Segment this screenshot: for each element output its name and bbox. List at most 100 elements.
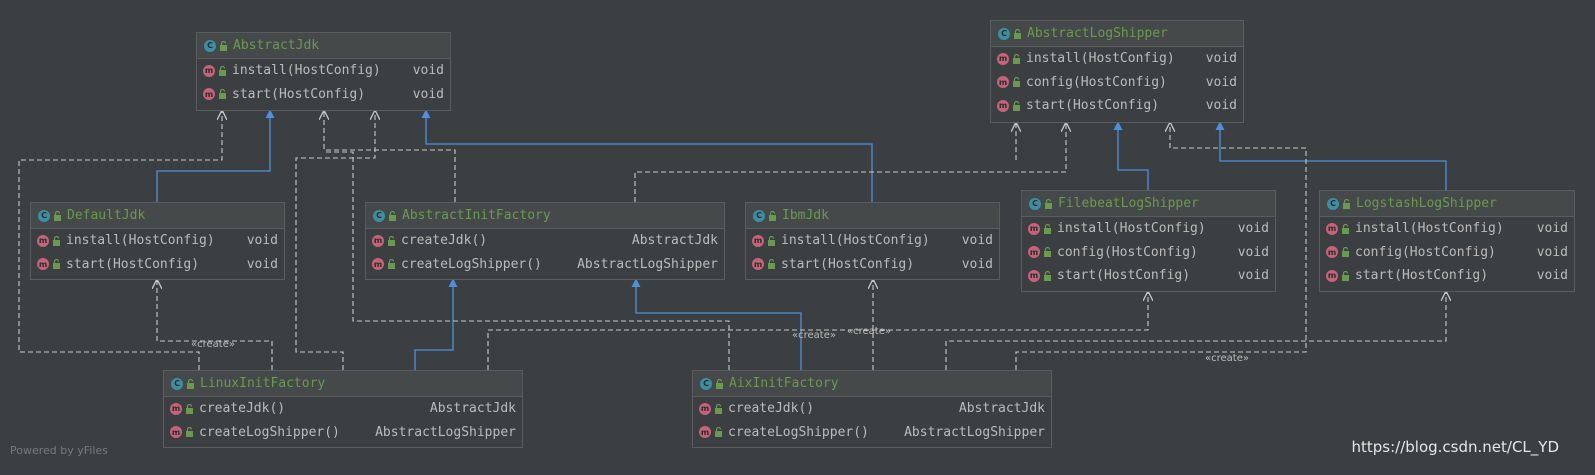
method-row[interactable]: m install(HostConfig) void (991, 47, 1243, 71)
create-label-ibmjdk: «create» (847, 326, 891, 337)
inherit-edge-logstash (1215, 121, 1447, 190)
class-name: DefaultJdk (67, 208, 146, 223)
class-node-linuxinitfactory[interactable]: C LinuxInitFactory m createJdk() Abstrac… (163, 370, 523, 448)
method-name: createLogShipper() (199, 424, 340, 440)
class-node-abstractinitfactory[interactable]: C AbstractInitFactory m createJdk() Abst… (365, 202, 725, 280)
method-row[interactable]: m install(HostConfig) void (1320, 217, 1574, 241)
class-node-aixinitfactory[interactable]: C AixInitFactory m createJdk() AbstractJ… (692, 370, 1052, 448)
class-name: LinuxInitFactory (200, 376, 326, 391)
public-lock-icon (219, 65, 226, 76)
method-name: createLogShipper() (728, 424, 869, 440)
method-row[interactable]: m install(HostConfig) void (746, 229, 999, 253)
method-icon: m (997, 76, 1009, 89)
public-lock-icon (220, 40, 227, 51)
method-row[interactable]: m createLogShipper() AbstractLogShipper (693, 421, 1051, 445)
class-header: C LinuxInitFactory (164, 371, 522, 397)
method-return-type: void (1536, 268, 1568, 284)
class-header: C AixInitFactory (693, 371, 1051, 397)
method-icon: m (37, 258, 49, 271)
method-return-type: void (961, 256, 993, 272)
class-header: C LogstashLogShipper (1320, 191, 1574, 217)
method-icon: m (752, 234, 764, 247)
method-row[interactable]: m install(HostConfig) void (1022, 217, 1275, 241)
source-url-watermark: https://blog.csdn.net/CL_YD (1351, 438, 1560, 456)
method-name: createJdk() (728, 401, 815, 417)
public-lock-icon (1342, 270, 1349, 281)
method-row[interactable]: m createJdk() AbstractJdk (164, 397, 522, 421)
public-lock-icon (388, 259, 395, 270)
public-lock-icon (1013, 100, 1020, 111)
public-lock-icon (186, 427, 193, 438)
method-row[interactable]: m createJdk() AbstractJdk (693, 397, 1051, 421)
method-name: start(HostConfig) (66, 256, 200, 272)
public-lock-icon (1045, 198, 1052, 209)
method-name: install(HostConfig) (1026, 51, 1175, 67)
method-icon: m (1326, 246, 1338, 259)
class-node-ibmjdk[interactable]: C IbmJdk m install(HostConfig) void m st… (745, 202, 1000, 280)
class-header: C DefaultJdk (31, 203, 284, 229)
method-name: install(HostConfig) (66, 233, 215, 249)
method-icon: m (1028, 269, 1040, 282)
method-row[interactable]: m createLogShipper() AbstractLogShipper (164, 421, 522, 445)
class-node-abstractjdk[interactable]: C AbstractJdk m install(HostConfig) void… (196, 32, 451, 111)
public-lock-icon (1044, 223, 1051, 234)
method-row[interactable]: m install(HostConfig) void (197, 59, 450, 83)
public-lock-icon (1044, 247, 1051, 258)
method-return-type: void (412, 86, 444, 102)
class-node-filebeatlogshipper[interactable]: C FilebeatLogShipper m install(HostConfi… (1021, 190, 1276, 292)
method-return-type: void (961, 233, 993, 249)
public-lock-icon (768, 235, 775, 246)
method-return-type: void (412, 63, 444, 79)
method-row[interactable]: m createJdk() AbstractJdk (366, 229, 724, 253)
method-return-type: void (1205, 74, 1237, 90)
method-row[interactable]: m start(HostConfig) void (746, 253, 999, 277)
method-icon: m (203, 64, 215, 77)
class-name: IbmJdk (782, 208, 829, 223)
method-icon: m (372, 234, 384, 247)
method-row[interactable]: m start(HostConfig) void (197, 83, 450, 107)
public-lock-icon (1013, 53, 1020, 64)
method-icon: m (699, 402, 711, 415)
public-lock-icon (389, 210, 396, 221)
method-icon: m (170, 426, 182, 439)
powered-by-watermark: Powered by yFiles (10, 444, 108, 457)
method-row[interactable]: m install(HostConfig) void (31, 229, 284, 253)
method-name: config(HostConfig) (1057, 244, 1198, 260)
method-row[interactable]: m config(HostConfig) void (1022, 241, 1275, 265)
method-name: createJdk() (199, 401, 286, 417)
method-icon: m (1326, 222, 1338, 235)
class-icon: C (753, 209, 765, 222)
class-node-defaultjdk[interactable]: C DefaultJdk m install(HostConfig) void … (30, 202, 285, 280)
method-return-type: void (1536, 244, 1568, 260)
method-return-type: void (1205, 51, 1237, 67)
public-lock-icon (1013, 77, 1020, 88)
method-icon: m (372, 258, 384, 271)
inherit-edge-linuxfactory (414, 278, 458, 370)
class-header: C AbstractInitFactory (366, 203, 724, 229)
method-name: start(HostConfig) (1057, 268, 1191, 284)
method-row[interactable]: m config(HostConfig) void (991, 71, 1243, 95)
method-row[interactable]: m start(HostConfig) void (1022, 264, 1275, 288)
class-node-abstractlogshipper[interactable]: C AbstractLogShipper m install(HostConfi… (990, 20, 1244, 123)
method-row[interactable]: m start(HostConfig) void (1320, 264, 1574, 288)
method-name: install(HostConfig) (232, 63, 381, 79)
create-label-linux: «create» (191, 339, 235, 350)
public-lock-icon (187, 378, 194, 389)
method-row[interactable]: m config(HostConfig) void (1320, 241, 1574, 265)
method-name: install(HostConfig) (781, 233, 930, 249)
class-icon: C (700, 377, 712, 390)
class-header: C FilebeatLogShipper (1022, 191, 1275, 217)
class-name: LogstashLogShipper (1356, 196, 1497, 211)
method-row[interactable]: m start(HostConfig) void (991, 94, 1243, 118)
inherit-edge-aixfactory (631, 278, 802, 370)
method-row[interactable]: m createLogShipper() AbstractLogShipper (366, 253, 724, 277)
class-node-logstashlogshipper[interactable]: C LogstashLogShipper m install(HostConfi… (1319, 190, 1575, 292)
method-icon: m (1326, 269, 1338, 282)
method-return-type: void (246, 233, 278, 249)
class-header: C AbstractJdk (197, 33, 450, 59)
method-name: start(HostConfig) (1355, 268, 1489, 284)
method-row[interactable]: m start(HostConfig) void (31, 253, 284, 277)
public-lock-icon (769, 210, 776, 221)
dep-edge-linux-abstractjdk-2 (295, 110, 375, 370)
public-lock-icon (768, 259, 775, 270)
